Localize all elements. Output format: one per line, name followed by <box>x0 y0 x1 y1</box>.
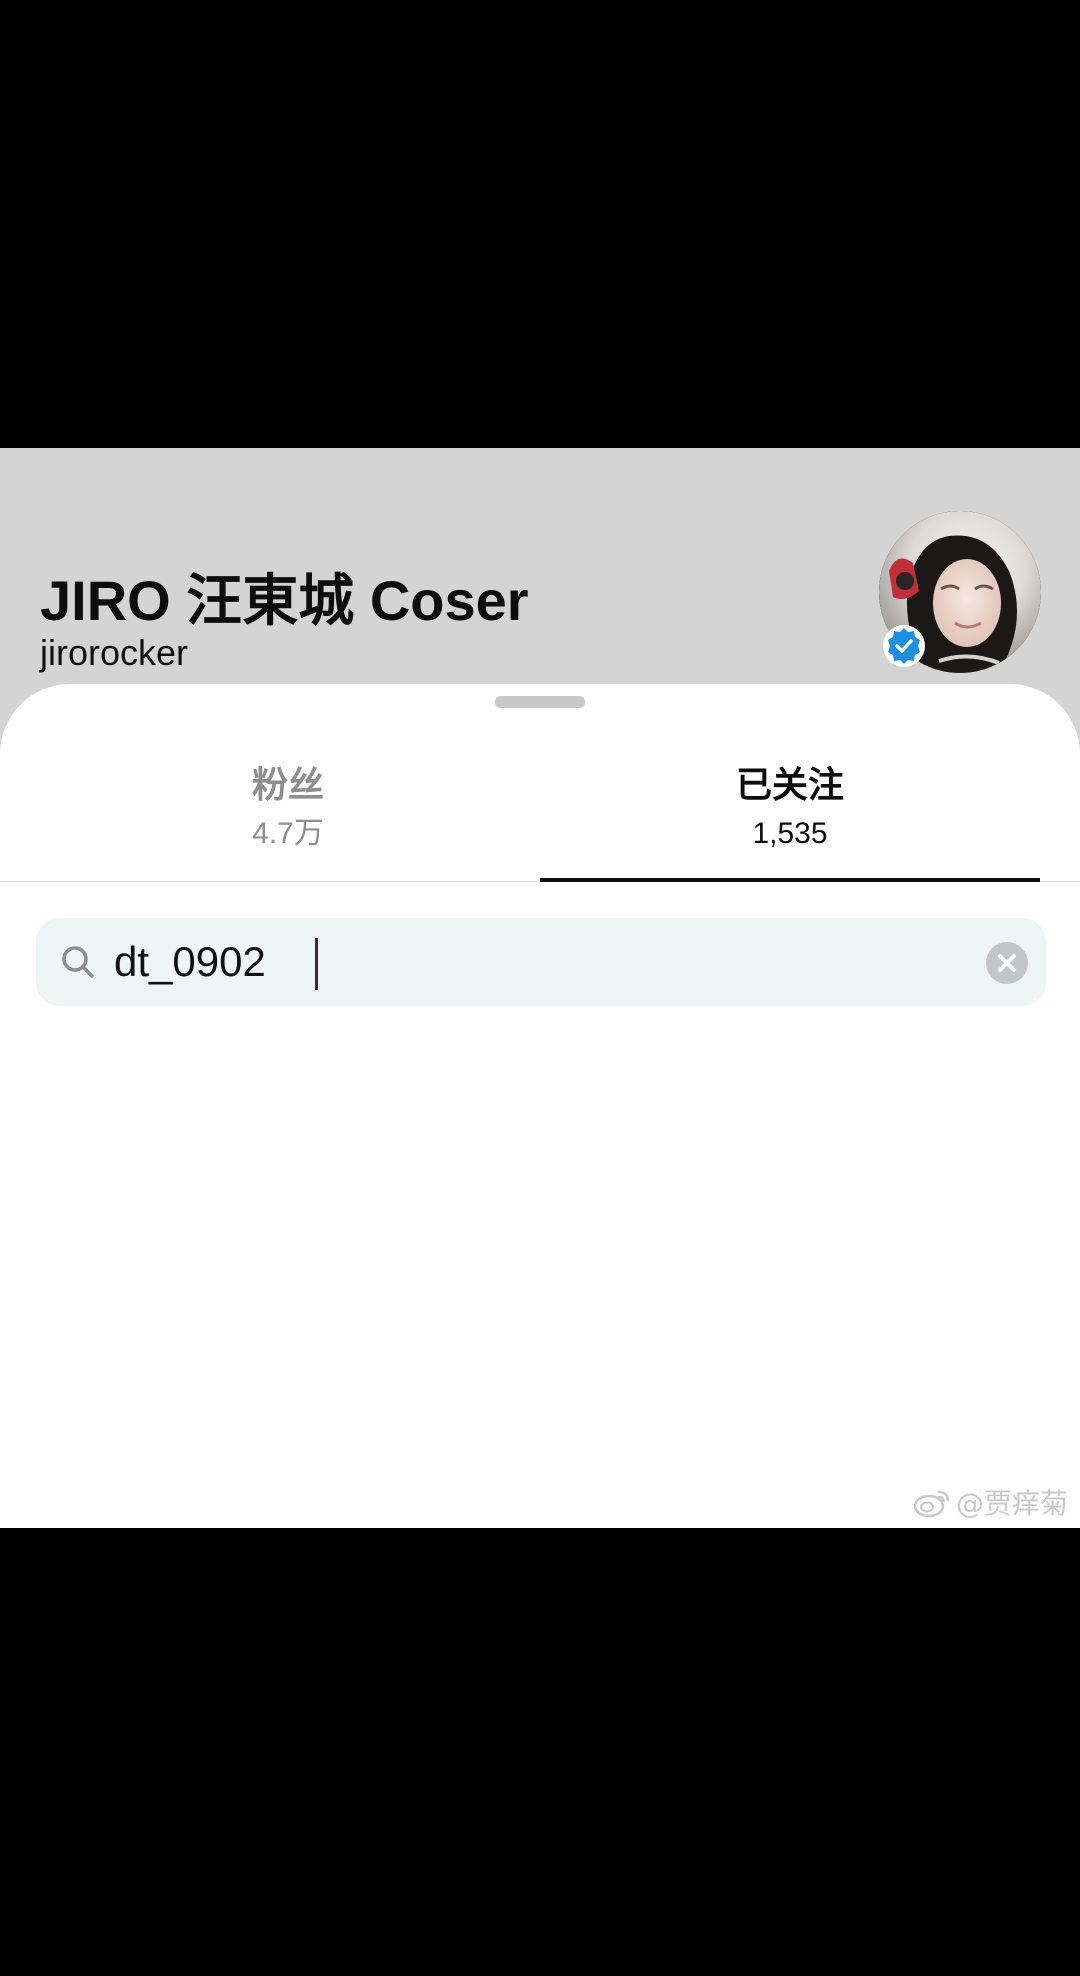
active-tab-indicator <box>540 878 1040 882</box>
profile-handle: jirorocker <box>40 632 189 673</box>
clear-search-button[interactable] <box>986 942 1028 984</box>
search-input[interactable] <box>114 928 974 996</box>
watermark-text: @贾痒菊 <box>956 1487 1069 1520</box>
tab-following-count: 1,535 <box>752 817 828 850</box>
tab-followers-count: 4.7万 <box>252 817 324 850</box>
watermark: @贾痒菊 <box>912 1484 1068 1520</box>
search-bar[interactable] <box>36 918 1046 1006</box>
tab-following[interactable]: 已关注 1,535 <box>520 764 1060 854</box>
text-cursor <box>315 938 318 990</box>
profile-display-name: JIRO 汪東城 Coser <box>40 569 529 632</box>
verified-badge-icon <box>882 624 926 668</box>
tab-followers-label: 粉丝 <box>251 765 324 806</box>
search-icon <box>62 946 94 978</box>
tab-followers[interactable]: 粉丝 4.7万 <box>18 764 558 854</box>
weibo-icon <box>913 1490 950 1518</box>
sheet-grabber-handle[interactable] <box>495 696 585 708</box>
clear-icon <box>998 954 1016 972</box>
tab-following-label: 已关注 <box>735 765 844 806</box>
